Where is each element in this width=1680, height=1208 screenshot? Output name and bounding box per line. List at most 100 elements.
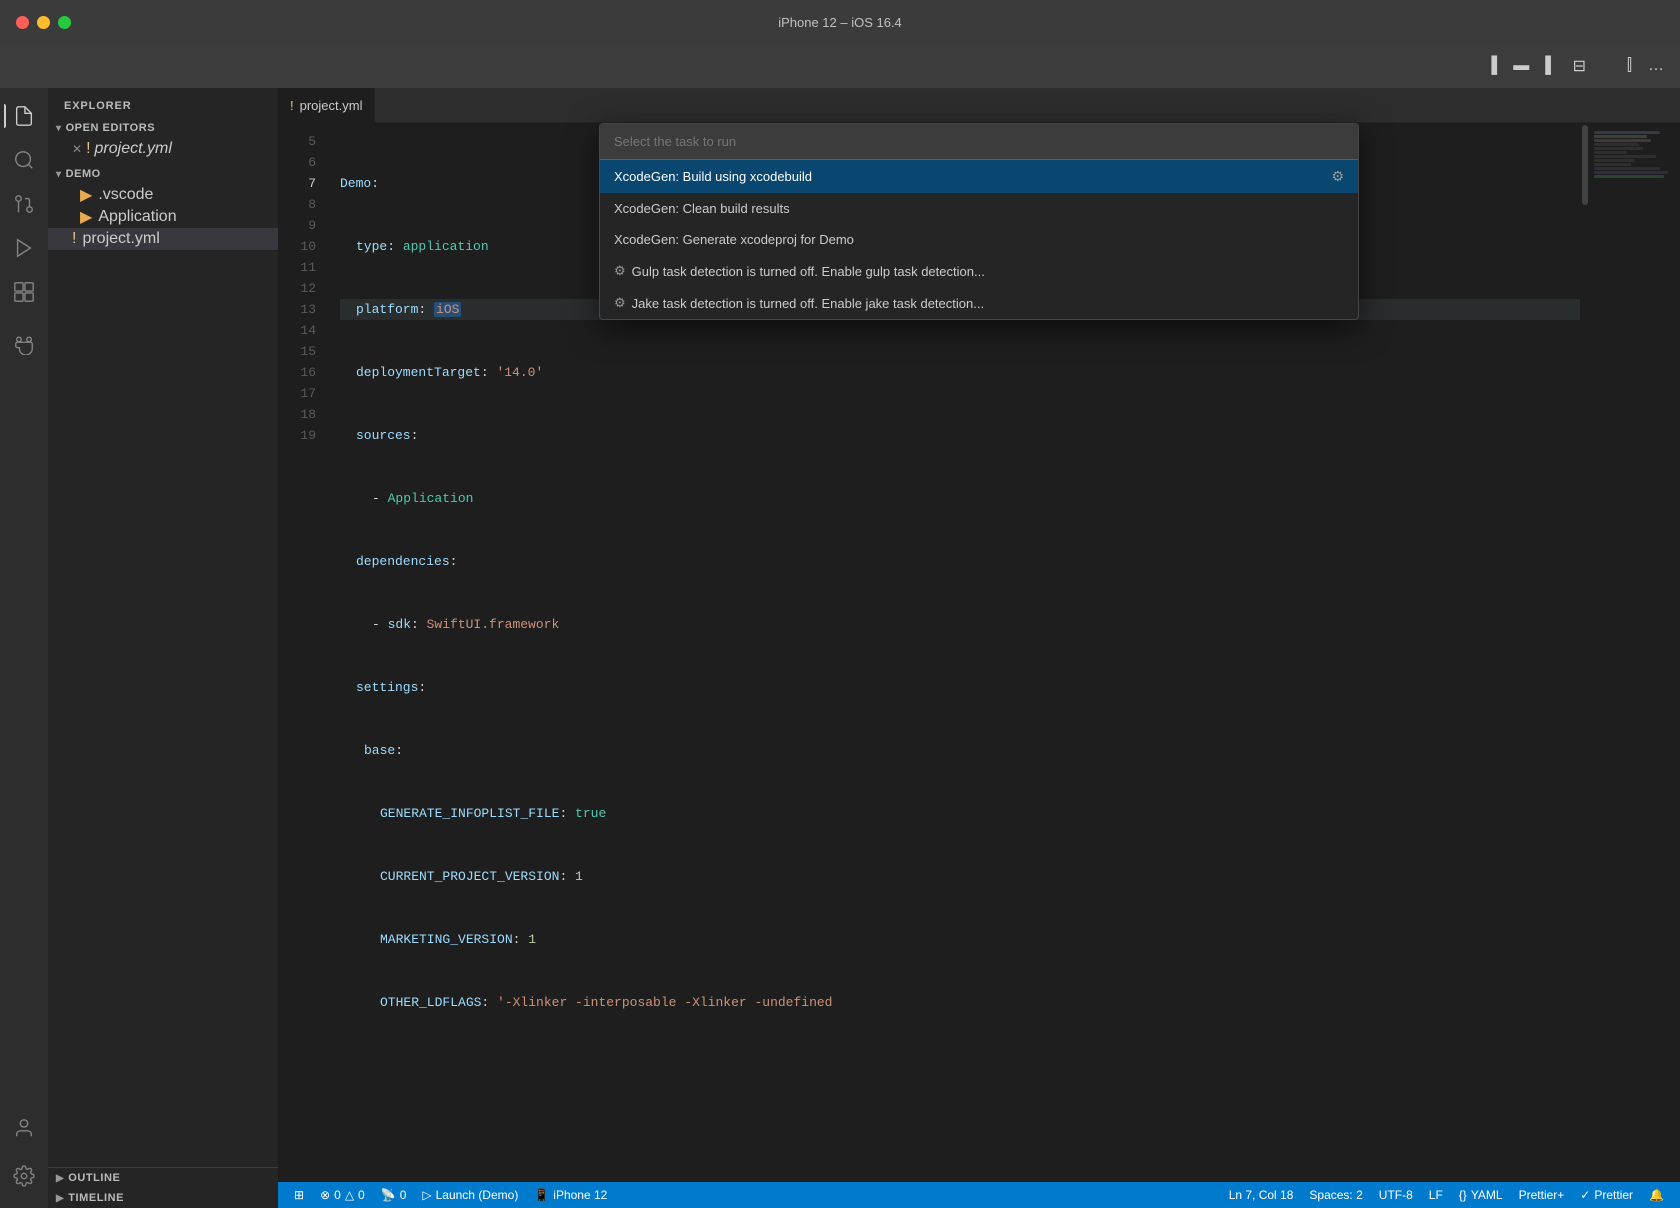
gear-icon-3: ⚙ xyxy=(614,263,626,279)
status-position[interactable]: Ln 7, Col 18 xyxy=(1221,1182,1302,1208)
gear-icon-0[interactable]: ⚙ xyxy=(1331,168,1344,185)
code-line-12: - sdk: SwiftUI.framework xyxy=(340,614,1580,635)
minimap-line xyxy=(1594,139,1651,142)
editor-tabs: ! project.yml xyxy=(278,88,1680,123)
activity-source-control[interactable] xyxy=(4,184,44,224)
outline-chevron: ▶ xyxy=(56,1173,64,1184)
status-encoding[interactable]: UTF-8 xyxy=(1371,1182,1421,1208)
status-device[interactable]: 📱 iPhone 12 xyxy=(526,1182,615,1208)
more-actions-icon[interactable]: … xyxy=(1648,57,1664,75)
task-picker[interactable]: XcodeGen: Build using xcodebuild ⚙ Xcode… xyxy=(599,123,1359,320)
language-icon: {} xyxy=(1459,1188,1467,1202)
task-item-3[interactable]: ⚙ Gulp task detection is turned off. Ena… xyxy=(600,255,1358,287)
activity-bar-bottom xyxy=(4,1108,44,1208)
activity-run-debug[interactable] xyxy=(4,228,44,268)
toggle-primary-sidebar-icon[interactable]: ▐ xyxy=(1486,57,1497,75)
outline-section[interactable]: ▶ OUTLINE xyxy=(48,1168,278,1188)
minimap-line xyxy=(1594,151,1627,154)
line-num-13: 13 xyxy=(278,299,316,320)
timeline-section[interactable]: ▶ TIMELINE xyxy=(48,1188,278,1208)
error-icon: ⊗ xyxy=(320,1188,330,1202)
scrollbar-thumb[interactable] xyxy=(1582,125,1588,205)
prettier-plus-text: Prettier+ xyxy=(1519,1188,1565,1202)
task-search-input[interactable] xyxy=(600,124,1358,160)
status-language[interactable]: {} YAML xyxy=(1451,1182,1511,1208)
task-item-2[interactable]: XcodeGen: Generate xcodeproj for Demo xyxy=(600,224,1358,255)
editor-scrollbar[interactable] xyxy=(1580,123,1590,1182)
tab-label: project.yml xyxy=(300,98,363,113)
activity-extensions[interactable] xyxy=(4,272,44,312)
line-num-18: 18 xyxy=(278,404,316,425)
task-item-4[interactable]: ⚙ Jake task detection is turned off. Ena… xyxy=(600,287,1358,319)
status-errors[interactable]: ⊗ 0 △ 0 xyxy=(312,1182,373,1208)
toggle-secondary-sidebar-icon[interactable]: ▌ xyxy=(1545,57,1556,75)
task-label-1: XcodeGen: Clean build results xyxy=(614,201,1344,216)
split-editor-icon[interactable]: ⫿ xyxy=(1627,57,1632,75)
folder-name: .vscode xyxy=(98,186,153,204)
code-line-10: - Application xyxy=(340,488,1580,509)
extensions-icon: ⊞ xyxy=(294,1188,304,1202)
open-editors-label: OPEN EDITORS xyxy=(66,122,156,134)
status-extensions[interactable]: ⊞ xyxy=(286,1182,312,1208)
bell-icon: 🔔 xyxy=(1649,1188,1664,1202)
minimap-line xyxy=(1594,143,1639,146)
task-item-1[interactable]: XcodeGen: Clean build results xyxy=(600,193,1358,224)
activity-search[interactable] xyxy=(4,140,44,180)
code-line-8: deploymentTarget: '14.0' xyxy=(340,362,1580,383)
line-num-5: 5 xyxy=(278,131,316,152)
line-num-12: 12 xyxy=(278,278,316,299)
status-prettier[interactable]: ✓ Prettier xyxy=(1572,1182,1641,1208)
minimize-button[interactable] xyxy=(37,16,50,29)
line-num-9: 9 xyxy=(278,215,316,236)
broadcast-icon: 📡 xyxy=(381,1188,396,1202)
task-list: XcodeGen: Build using xcodebuild ⚙ Xcode… xyxy=(600,160,1358,319)
open-editors-chevron: ▾ xyxy=(56,123,62,134)
task-label-0: XcodeGen: Build using xcodebuild xyxy=(614,169,1331,184)
status-notifications[interactable]: 📡 0 xyxy=(373,1182,415,1208)
open-editors-section[interactable]: ▾ OPEN EDITORS xyxy=(48,118,278,138)
activity-settings[interactable] xyxy=(4,1156,44,1196)
position-text: Ln 7, Col 18 xyxy=(1229,1188,1294,1202)
vscode-titlebar: ▐ ▬ ▌ ⊟ ⫿ … xyxy=(0,44,1680,88)
sidebar: EXPLORER ▾ OPEN EDITORS ✕ ! project.yml … xyxy=(48,88,278,1208)
editor-area: ! project.yml 5 6 7 8 9 10 11 12 13 14 1 xyxy=(278,88,1680,1208)
status-eol[interactable]: LF xyxy=(1421,1182,1451,1208)
line-num-11: 11 xyxy=(278,257,316,278)
minimap-line xyxy=(1594,175,1664,178)
status-bell[interactable]: 🔔 xyxy=(1641,1182,1672,1208)
activity-account[interactable] xyxy=(4,1108,44,1148)
folder-vscode[interactable]: ▶ .vscode xyxy=(48,184,278,206)
close-button[interactable] xyxy=(16,16,29,29)
line-num-6: 6 xyxy=(278,152,316,173)
warning-icon: △ xyxy=(345,1188,354,1202)
layout-icon[interactable]: ⊟ xyxy=(1573,56,1586,76)
status-prettier-plus[interactable]: Prettier+ xyxy=(1511,1182,1573,1208)
minimap-line xyxy=(1594,167,1660,170)
task-item-0[interactable]: XcodeGen: Build using xcodebuild ⚙ xyxy=(600,160,1358,193)
toggle-panel-icon[interactable]: ▬ xyxy=(1513,57,1529,75)
line-num-10: 10 xyxy=(278,236,316,257)
folder-icon: ▶ xyxy=(80,185,92,205)
status-launch[interactable]: ▷ Launch (Demo) xyxy=(414,1182,526,1208)
minimap-line xyxy=(1594,135,1647,138)
status-spaces[interactable]: Spaces: 2 xyxy=(1301,1182,1370,1208)
code-line-15: GENERATE_INFOPLIST_FILE: true xyxy=(340,803,1580,824)
file-project-yml[interactable]: ! project.yml xyxy=(48,228,278,250)
mac-titlebar: iPhone 12 – iOS 16.4 xyxy=(0,0,1680,44)
launch-label: Launch (Demo) xyxy=(436,1188,519,1202)
minimap-line xyxy=(1594,131,1660,134)
eol-text: LF xyxy=(1429,1188,1443,1202)
close-file-icon[interactable]: ✕ xyxy=(72,142,82,156)
line-numbers: 5 6 7 8 9 10 11 12 13 14 15 16 17 18 19 xyxy=(278,123,328,1182)
gear-icon-4: ⚙ xyxy=(614,295,626,311)
activity-android[interactable] xyxy=(4,324,44,364)
folder-application[interactable]: ▶ Application xyxy=(48,206,278,228)
spaces-text: Spaces: 2 xyxy=(1309,1188,1362,1202)
task-label-3: Gulp task detection is turned off. Enabl… xyxy=(632,264,1344,279)
open-file-project-yml[interactable]: ✕ ! project.yml xyxy=(48,138,278,160)
demo-section[interactable]: ▾ DEMO xyxy=(48,164,278,184)
maximize-button[interactable] xyxy=(58,16,71,29)
tab-project-yml[interactable]: ! project.yml xyxy=(278,88,375,123)
prettier-text: Prettier xyxy=(1594,1188,1633,1202)
activity-explorer[interactable] xyxy=(4,96,44,136)
